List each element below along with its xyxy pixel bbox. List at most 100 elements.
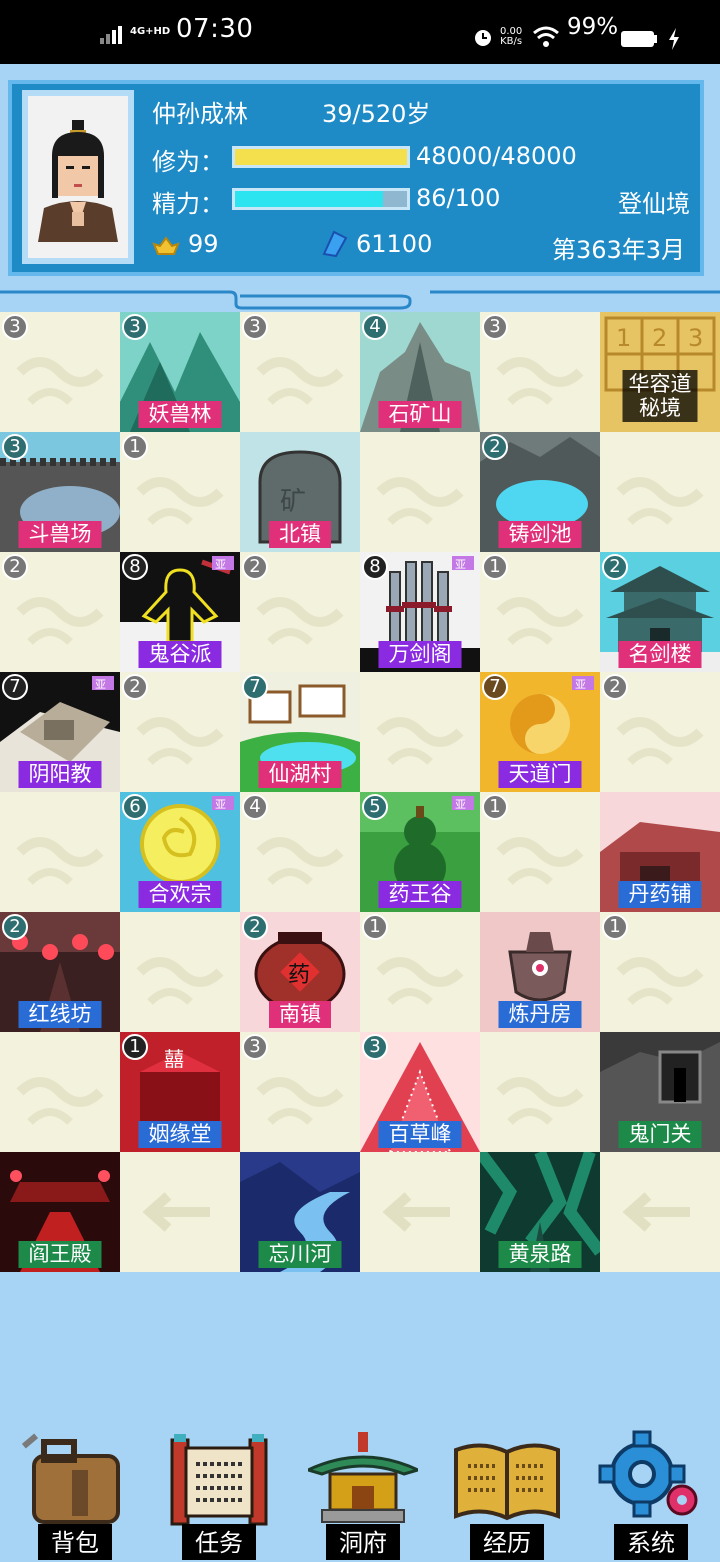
map-location[interactable]: 黄泉路 bbox=[480, 1152, 600, 1272]
energy-label: 精力： bbox=[152, 190, 224, 218]
visit-count-badge: 2 bbox=[242, 914, 268, 940]
nav-tasks[interactable]: 任务 bbox=[154, 1420, 284, 1560]
map-location[interactable]: 2 红线坊 bbox=[0, 912, 120, 1032]
map-tile[interactable] bbox=[600, 1152, 720, 1272]
map-location[interactable]: 阎王殿 bbox=[0, 1152, 120, 1272]
map-tile[interactable] bbox=[360, 432, 480, 552]
spirit-stone-count: 61100 bbox=[356, 230, 433, 258]
svg-text:2: 2 bbox=[652, 324, 667, 352]
map-tile[interactable] bbox=[360, 672, 480, 792]
map-location[interactable]: 药 2 南镇 bbox=[240, 912, 360, 1032]
gold-ingot-icon bbox=[152, 236, 180, 255]
blank-tile-icon bbox=[600, 432, 720, 552]
sect-crown-icon: 亚 bbox=[92, 676, 114, 690]
map-tile[interactable]: 3 bbox=[240, 312, 360, 432]
map-location[interactable]: 4 石矿山 bbox=[360, 312, 480, 432]
blank-tile-icon bbox=[360, 672, 480, 792]
map-location[interactable]: 8 亚万剑阁 bbox=[360, 552, 480, 672]
map-location[interactable]: 2 名剑楼 bbox=[600, 552, 720, 672]
map-tile[interactable]: 3 bbox=[480, 312, 600, 432]
map-tile[interactable] bbox=[120, 912, 240, 1032]
map-tile[interactable]: 1 bbox=[600, 912, 720, 1032]
map-tile[interactable]: 2 bbox=[120, 672, 240, 792]
map-location[interactable]: 鬼门关 bbox=[600, 1032, 720, 1152]
map-tile[interactable]: 2 bbox=[0, 552, 120, 672]
map-tile[interactable]: 2 bbox=[240, 552, 360, 672]
sect-crown-icon: 亚 bbox=[572, 676, 594, 690]
map-tile[interactable]: 3 bbox=[0, 312, 120, 432]
map-location[interactable]: 3 妖兽林 bbox=[120, 312, 240, 432]
game-date: 第363年3月 bbox=[552, 236, 686, 264]
map-location[interactable]: 3 百草峰 bbox=[360, 1032, 480, 1152]
svg-text:亚: 亚 bbox=[455, 798, 466, 810]
net-speed: 0.00 KB/s bbox=[500, 26, 523, 47]
location-label: 南镇 bbox=[269, 1001, 331, 1028]
map-tile[interactable]: 3 bbox=[240, 1032, 360, 1152]
visit-count-badge: 1 bbox=[482, 554, 508, 580]
sect-crown-icon: 亚 bbox=[452, 556, 474, 570]
map-tile[interactable]: 4 bbox=[240, 792, 360, 912]
map-location[interactable]: 矿北镇 bbox=[240, 432, 360, 552]
location-label: 仙湖村 bbox=[258, 761, 342, 788]
map-tile[interactable] bbox=[600, 432, 720, 552]
location-label: 药王谷 bbox=[378, 881, 462, 908]
visit-count-badge: 3 bbox=[482, 314, 508, 340]
map-tile[interactable]: 2 bbox=[600, 672, 720, 792]
location-label: 炼丹房 bbox=[498, 1001, 582, 1028]
map-tile[interactable]: 1 bbox=[360, 912, 480, 1032]
map-location[interactable]: 7 亚天道门 bbox=[480, 672, 600, 792]
visit-count-badge: 7 bbox=[2, 674, 28, 700]
battery-icon bbox=[621, 31, 657, 47]
map-location[interactable]: 忘川河 bbox=[240, 1152, 360, 1272]
map-location[interactable]: 6 亚合欢宗 bbox=[120, 792, 240, 912]
map-location[interactable]: 7 仙湖村 bbox=[240, 672, 360, 792]
scroll-icon bbox=[170, 1434, 268, 1526]
svg-text:亚: 亚 bbox=[455, 558, 466, 570]
map-location[interactable]: 囍 1 姻缘堂 bbox=[120, 1032, 240, 1152]
svg-text:3: 3 bbox=[688, 324, 703, 352]
blank-tile-icon bbox=[0, 1032, 120, 1152]
signal-icon bbox=[100, 26, 122, 44]
visit-count-badge: 3 bbox=[362, 1034, 388, 1060]
map-location[interactable]: 8 亚鬼谷派 bbox=[120, 552, 240, 672]
map-tile[interactable] bbox=[360, 1152, 480, 1272]
energy-bar-fill bbox=[235, 191, 383, 207]
cultivation-label: 修为： bbox=[152, 148, 224, 176]
character-age: 39/520岁 bbox=[322, 100, 431, 128]
map-location[interactable]: 1 2 3 华容道 秘境 bbox=[600, 312, 720, 432]
wifi-icon bbox=[533, 26, 559, 47]
map-location[interactable]: 丹药铺 bbox=[600, 792, 720, 912]
avatar[interactable] bbox=[22, 90, 134, 264]
map-location[interactable]: 2 铸剑池 bbox=[480, 432, 600, 552]
visit-count-badge: 5 bbox=[362, 794, 388, 820]
map-tile[interactable] bbox=[120, 1152, 240, 1272]
status-bar: 4G+HD 07:30 0.00 KB/s 99% bbox=[0, 0, 720, 64]
location-label: 天道门 bbox=[498, 761, 582, 788]
nav-backpack[interactable]: 背包 bbox=[10, 1420, 140, 1560]
map-tile[interactable] bbox=[0, 1032, 120, 1152]
cultivation-bar bbox=[232, 146, 410, 168]
visit-count-badge: 2 bbox=[242, 554, 268, 580]
map-tile[interactable] bbox=[0, 792, 120, 912]
nav-system[interactable]: 系统 bbox=[586, 1420, 716, 1560]
nav-history[interactable]: 经历 bbox=[442, 1420, 572, 1560]
visit-count-badge: 3 bbox=[2, 434, 28, 460]
location-label: 姻缘堂 bbox=[138, 1121, 222, 1148]
map-tile[interactable]: 1 bbox=[480, 792, 600, 912]
location-label: 万剑阁 bbox=[378, 641, 462, 668]
location-label: 斗兽场 bbox=[18, 521, 102, 548]
map-location[interactable]: 炼丹房 bbox=[480, 912, 600, 1032]
map-location[interactable]: 7 亚阴阳教 bbox=[0, 672, 120, 792]
map-location[interactable]: 3 斗兽场 bbox=[0, 432, 120, 552]
map-tile[interactable] bbox=[480, 1032, 600, 1152]
location-label: 石矿山 bbox=[378, 401, 462, 428]
blank-tile-icon bbox=[120, 912, 240, 1032]
location-label: 名剑楼 bbox=[618, 641, 702, 668]
map-location[interactable]: 5 亚药王谷 bbox=[360, 792, 480, 912]
visit-count-badge: 2 bbox=[602, 674, 628, 700]
map-tile[interactable]: 1 bbox=[480, 552, 600, 672]
visit-count-badge: 1 bbox=[482, 794, 508, 820]
location-label: 妖兽林 bbox=[138, 401, 222, 428]
map-tile[interactable]: 1 bbox=[120, 432, 240, 552]
nav-cave-dwelling[interactable]: 洞府 bbox=[298, 1420, 428, 1560]
